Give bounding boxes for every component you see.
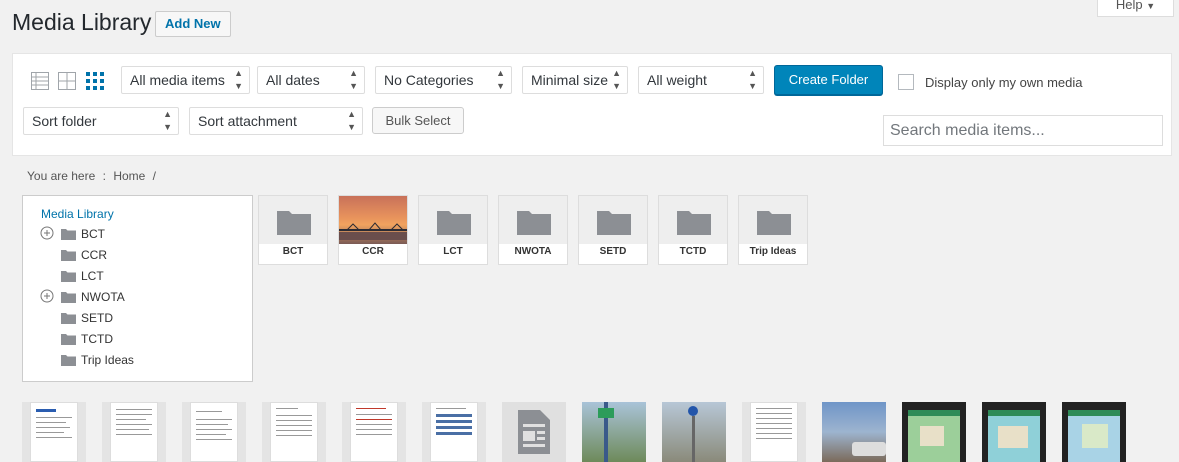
page-title: Media Library (12, 9, 152, 35)
folder-tile-setd[interactable]: SETD (578, 195, 648, 265)
folder-tile-trip-ideas[interactable]: Trip Ideas (738, 195, 808, 265)
help-label: Help (1115, 0, 1143, 12)
size-filter-value: Minimal size (531, 72, 609, 88)
folder-icon (517, 211, 551, 235)
breadcrumb-home[interactable]: Home (113, 169, 145, 183)
select-arrows-icon: ▲ ▼ (234, 68, 243, 91)
select-arrows-icon: ▲ ▼ (496, 68, 505, 91)
media-thumbnail[interactable] (342, 402, 406, 462)
folder-tile-label: Trip Ideas (749, 246, 797, 257)
sort-attachment-value: Sort attachment (198, 113, 297, 129)
folder-icon (437, 211, 471, 235)
folder-tile-label: NWOTA (514, 246, 552, 257)
document-icon (518, 410, 550, 454)
folder-icon (61, 355, 76, 366)
tile-view-icon[interactable] (86, 72, 104, 90)
tree-item-label: SETD (81, 311, 114, 325)
media-thumbnail[interactable] (742, 402, 806, 462)
breadcrumb: You are here : Home / (27, 169, 156, 183)
media-thumbnail[interactable] (582, 402, 646, 462)
folder-tile-ccr[interactable]: CCR (338, 195, 408, 265)
bulk-select-button[interactable]: Bulk Select (372, 107, 464, 134)
select-arrows-icon: ▲ ▼ (748, 68, 757, 91)
size-filter[interactable]: Minimal size ▲ ▼ (522, 66, 628, 94)
breadcrumb-trail-end: / (152, 169, 157, 183)
media-thumbnail[interactable] (662, 402, 726, 462)
tree-item-label: Trip Ideas (81, 353, 134, 367)
media-thumbnail[interactable] (262, 402, 326, 462)
sort-folder-value: Sort folder (32, 113, 97, 129)
create-folder-button[interactable]: Create Folder (774, 65, 883, 95)
select-arrows-icon: ▲ ▼ (349, 68, 358, 91)
weight-filter[interactable]: All weight ▲ ▼ (638, 66, 764, 94)
media-type-filter-value: All media items (130, 72, 225, 88)
media-thumbnail[interactable] (182, 402, 246, 462)
folder-tile-bct[interactable]: BCT (258, 195, 328, 265)
category-filter[interactable]: No Categories ▲ ▼ (375, 66, 512, 94)
media-thumbnail[interactable] (822, 402, 886, 462)
select-arrows-icon: ▲ ▼ (163, 109, 172, 132)
weight-filter-value: All weight (647, 72, 707, 88)
folder-icon (61, 334, 76, 345)
folder-icon (61, 271, 76, 282)
sunset-bridge-thumbnail (339, 196, 407, 244)
plus-circle-icon[interactable] (40, 226, 54, 240)
folder-tile-tctd[interactable]: TCTD (658, 195, 728, 265)
own-media-label: Display only my own media (925, 75, 1083, 90)
breadcrumb-prefix: You are here (27, 169, 96, 183)
folder-icon (677, 211, 711, 235)
add-new-button[interactable]: Add New (155, 11, 231, 37)
media-thumbnail[interactable] (502, 402, 566, 462)
folder-tile-label: LCT (443, 246, 463, 257)
media-thumbnail[interactable] (982, 402, 1046, 462)
folder-icon (61, 250, 76, 261)
folder-icon (757, 211, 791, 235)
folder-icon (61, 292, 76, 303)
media-thumbnail[interactable] (422, 402, 486, 462)
sort-attachment-select[interactable]: Sort attachment ▲ ▼ (189, 107, 363, 135)
tree-item-label: BCT (81, 227, 105, 241)
select-arrows-icon: ▲ ▼ (612, 68, 621, 91)
tree-root-link[interactable]: Media Library (41, 207, 114, 221)
own-media-checkbox[interactable] (898, 74, 914, 90)
folder-icon (61, 313, 76, 324)
plus-circle-icon[interactable] (40, 289, 54, 303)
date-filter[interactable]: All dates ▲ ▼ (257, 66, 365, 94)
folder-icon (277, 211, 311, 235)
list-view-icon[interactable] (31, 72, 49, 90)
folder-tile-label: BCT (282, 246, 304, 257)
media-thumbnail[interactable] (1062, 402, 1126, 462)
search-input[interactable]: Search media items... (883, 115, 1163, 146)
tree-item-label: NWOTA (81, 290, 125, 304)
folder-tile-nwota[interactable]: NWOTA (498, 195, 568, 265)
sort-folder-select[interactable]: Sort folder ▲ ▼ (23, 107, 179, 135)
media-type-filter[interactable]: All media items ▲ ▼ (121, 66, 250, 94)
category-filter-value: No Categories (384, 72, 474, 88)
date-filter-value: All dates (266, 72, 320, 88)
folder-tree (22, 195, 253, 382)
help-tab[interactable]: Help ▼ (1097, 0, 1174, 17)
folder-tile-lct[interactable]: LCT (418, 195, 488, 265)
folder-tile-label: TCTD (679, 246, 707, 257)
select-arrows-icon: ▲ ▼ (347, 109, 356, 132)
folder-icon (597, 211, 631, 235)
media-thumbnail[interactable] (102, 402, 166, 462)
media-thumbnail[interactable] (902, 402, 966, 462)
folder-tile-label: SETD (599, 246, 627, 257)
grid-view-icon[interactable] (58, 72, 76, 90)
folder-icon (61, 229, 76, 240)
tree-item-label: CCR (81, 248, 107, 262)
tree-item-label: LCT (81, 269, 104, 283)
breadcrumb-separator: : (102, 169, 106, 183)
tree-item-label: TCTD (81, 332, 113, 346)
media-thumbnail[interactable] (22, 402, 86, 462)
caret-down-icon: ▼ (1146, 1, 1156, 11)
folder-tile-label: CCR (362, 246, 384, 257)
